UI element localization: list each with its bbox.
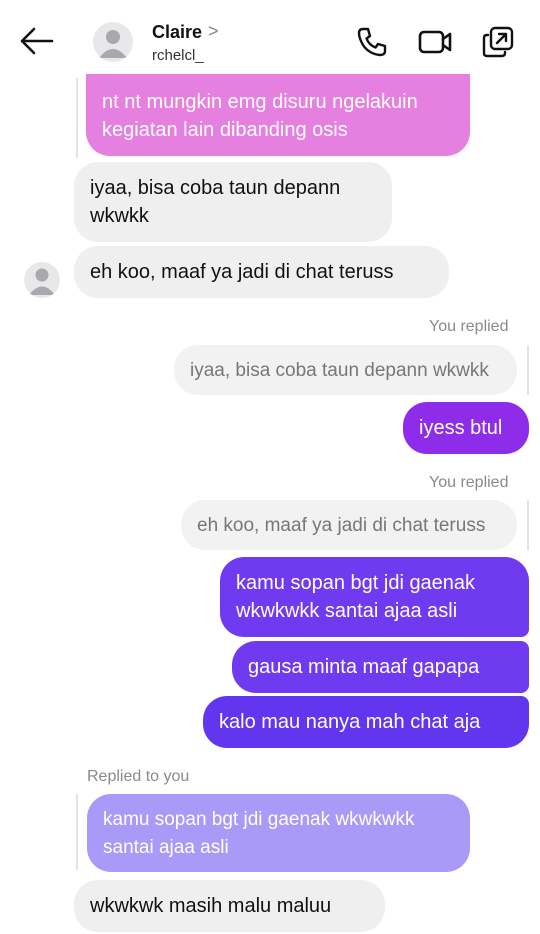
back-arrow-icon[interactable] [18, 26, 54, 56]
quoted-message[interactable]: eh koo, maaf ya jadi di chat teruss [181, 500, 517, 550]
phone-icon[interactable] [354, 24, 390, 60]
chat-header: Claire > rchelcl_ [0, 0, 540, 80]
message-bubble[interactable]: eh koo, maaf ya jadi di chat teruss [74, 246, 449, 298]
reply-label: You replied [429, 474, 509, 491]
video-icon[interactable] [417, 24, 453, 60]
quoted-message[interactable]: kamu sopan bgt jdi gaenak wkwkwkk santai… [87, 794, 470, 872]
message-bubble[interactable]: kamu sopan bgt jdi gaenak wkwkwkk santai… [220, 557, 529, 637]
contact-name[interactable]: Claire [152, 22, 202, 43]
contact-username[interactable]: rchelcl_ [152, 47, 204, 64]
avatar[interactable] [93, 22, 133, 62]
share-icon[interactable] [480, 24, 516, 60]
reply-label: You replied [429, 318, 509, 335]
message-bubble[interactable]: nt nt mungkin emg disuru ngelakuin kegia… [86, 74, 470, 156]
avatar[interactable] [24, 262, 60, 298]
message-bubble[interactable]: iyess btul [403, 402, 529, 454]
chevron-right-icon[interactable]: > [208, 21, 219, 42]
quoted-message[interactable]: iyaa, bisa coba taun depann wkwkk [174, 345, 517, 395]
message-bubble[interactable]: iyaa, bisa coba taun depann wkwkk [74, 162, 392, 242]
message-bubble[interactable]: gausa minta maaf gapapa [232, 641, 529, 693]
reply-indicator-bar [76, 794, 78, 870]
user-silhouette-icon [29, 268, 55, 295]
user-silhouette-icon [99, 30, 127, 58]
reply-indicator-bar [527, 345, 529, 395]
reply-indicator-bar [527, 500, 529, 550]
reply-indicator-bar [76, 78, 78, 158]
message-bubble[interactable]: wkwkwk masih malu maluu [74, 880, 385, 932]
message-bubble[interactable]: kalo mau nanya mah chat aja [203, 696, 529, 748]
reply-label: Replied to you [87, 768, 190, 785]
